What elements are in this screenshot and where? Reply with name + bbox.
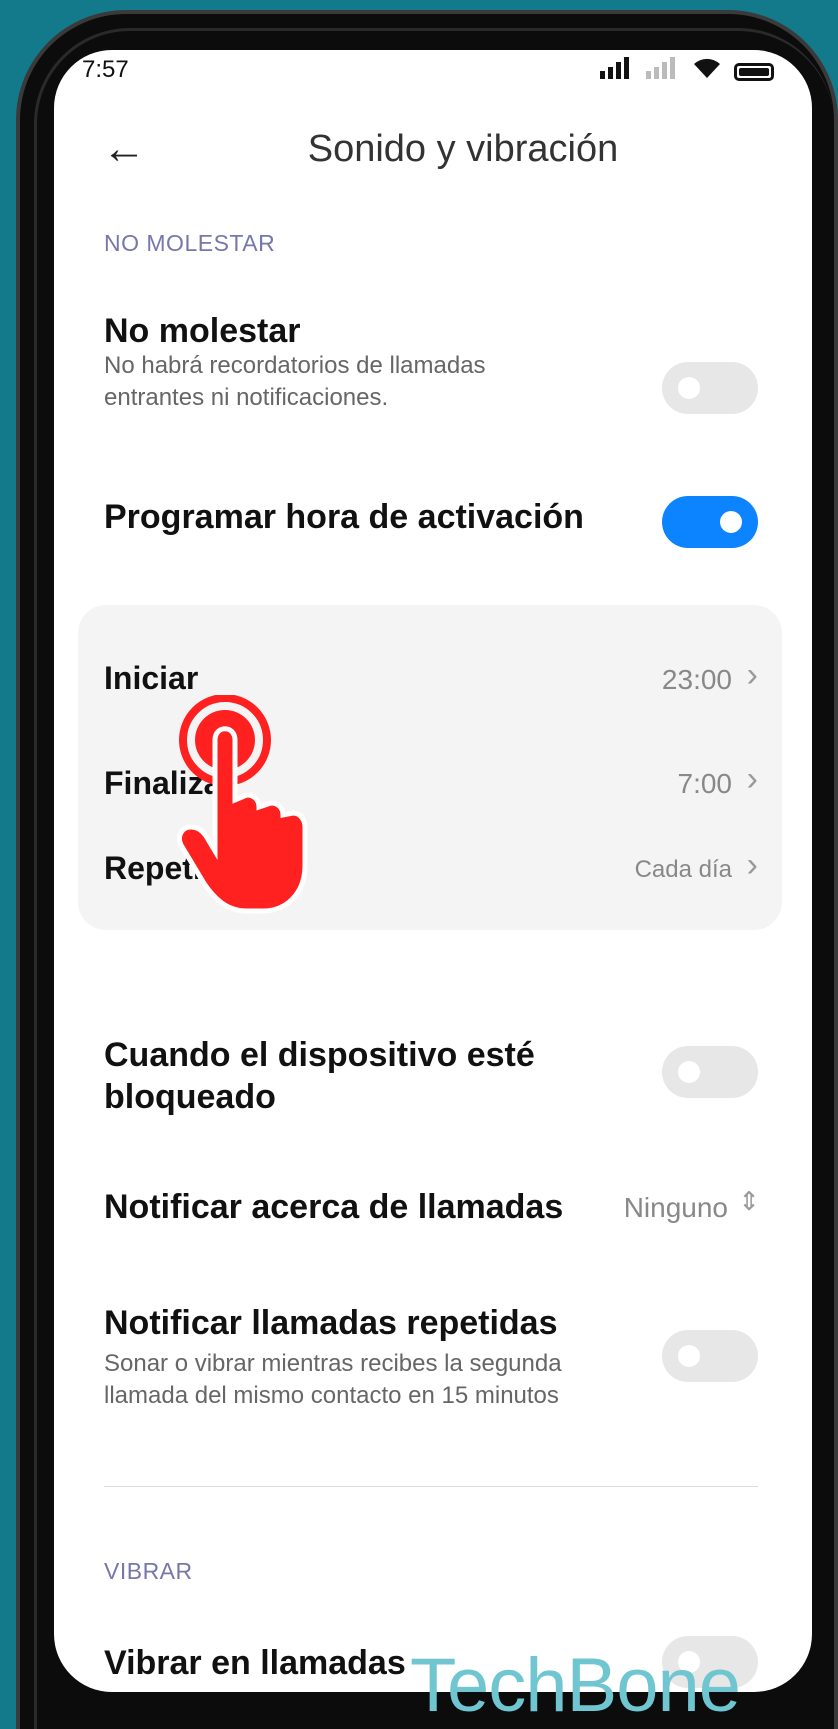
repeat-value[interactable]: Cada día xyxy=(635,856,732,884)
dnd-subtitle: No habrá recordatorios de llamadas entra… xyxy=(104,352,486,411)
chevron-right-icon: › xyxy=(746,760,758,798)
repeat-calls-toggle[interactable] xyxy=(662,1330,758,1382)
watermark-logo: TechBone xyxy=(410,1643,741,1728)
schedule-title[interactable]: Programar hora de activación xyxy=(104,498,584,537)
notify-calls-value[interactable]: Ninguno xyxy=(624,1192,728,1224)
page-title: Sonido y vibración xyxy=(307,128,619,170)
divider xyxy=(104,1486,758,1487)
toggle-knob xyxy=(720,511,742,533)
section-label-dnd: NO MOLESTAR xyxy=(104,230,276,256)
signal-secondary-icon xyxy=(646,57,680,86)
locked-title[interactable]: Cuando el dispositivo esté bloqueado xyxy=(104,1034,564,1118)
battery-icon xyxy=(734,62,774,81)
toggle-knob xyxy=(678,1061,700,1083)
schedule-toggle[interactable] xyxy=(662,496,758,548)
status-icons xyxy=(600,56,774,87)
toggle-knob xyxy=(678,1345,700,1367)
repeat-calls-subtitle: Sonar o vibrar mientras recibes la segun… xyxy=(104,1350,562,1409)
locked-toggle[interactable] xyxy=(662,1046,758,1098)
wifi-icon xyxy=(692,56,722,87)
dnd-toggle[interactable] xyxy=(662,362,758,414)
chevron-right-icon: › xyxy=(746,846,758,884)
vibrate-calls-title[interactable]: Vibrar en llamadas xyxy=(104,1644,406,1683)
start-value[interactable]: 23:00 xyxy=(662,664,732,696)
section-label-vibrate: VIBRAR xyxy=(104,1558,193,1584)
tap-hand-icon xyxy=(175,694,315,920)
end-value[interactable]: 7:00 xyxy=(678,768,733,800)
dnd-title[interactable]: No molestar xyxy=(104,312,301,351)
signal-icon xyxy=(600,57,634,86)
repeat-calls-title[interactable]: Notificar llamadas repetidas xyxy=(104,1304,558,1343)
notify-calls-title[interactable]: Notificar acerca de llamadas xyxy=(104,1188,563,1227)
updown-chevron-icon: ⇕ xyxy=(738,1186,760,1216)
status-time: 7:57 xyxy=(82,56,129,83)
phone-screen: 7:57 ← Sonido y vibración NO MOLESTAR No… xyxy=(54,50,812,1692)
toggle-knob xyxy=(678,377,700,399)
start-label[interactable]: Iniciar xyxy=(104,660,198,697)
chevron-right-icon: › xyxy=(746,656,758,694)
